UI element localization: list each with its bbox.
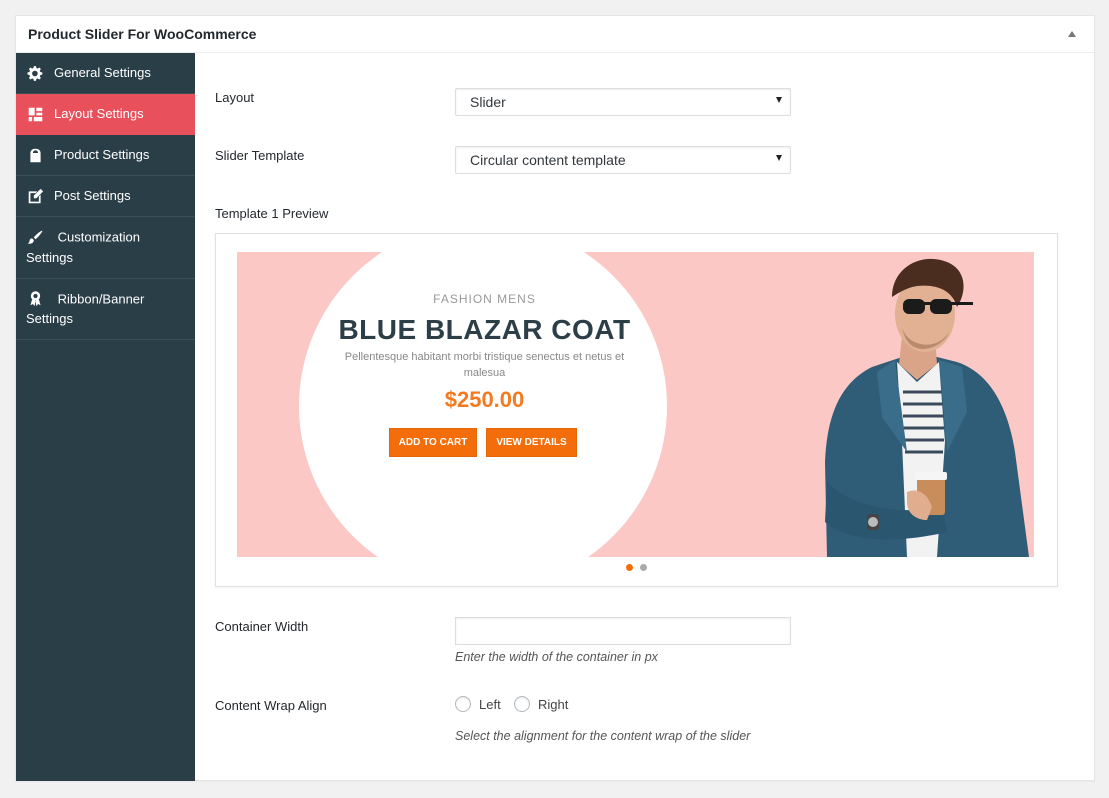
sidebar-item-label: Layout Settings xyxy=(54,106,144,121)
radio-label: Left xyxy=(479,696,501,712)
postbox-header: Product Slider For WooCommerce xyxy=(16,16,1094,53)
preview-banner: FASHION MENS BLUE BLAZAR COAT Pellentesq… xyxy=(237,252,1034,557)
radio-circle[interactable] xyxy=(455,696,471,712)
view-details-button[interactable]: VIEW DETAILS xyxy=(486,428,577,457)
layout-select[interactable]: Slider xyxy=(455,88,791,116)
align-right-radio[interactable]: Right xyxy=(514,696,568,712)
postbox-title: Product Slider For WooCommerce xyxy=(28,26,257,42)
layout-icon xyxy=(26,104,44,124)
edit-icon xyxy=(26,186,44,206)
preview-description: Pellentesque habitant morbi tristique se… xyxy=(344,351,625,379)
sidebar-item-customization-settings[interactable]: Customization Settings xyxy=(16,217,195,279)
sidebar-item-ribbon-banner-settings[interactable]: Ribbon/Banner Settings xyxy=(16,279,195,340)
model-image xyxy=(825,258,1029,557)
sidebar-item-label: Product Settings xyxy=(54,147,150,162)
sidebar-item-general-settings[interactable]: General Settings xyxy=(16,53,195,94)
sidebar-item-label: Post Settings xyxy=(54,188,131,203)
radio-circle[interactable] xyxy=(514,696,530,712)
slider-dot-1[interactable] xyxy=(626,564,633,571)
layout-select-value: Slider xyxy=(470,94,506,110)
slider-dot-2[interactable] xyxy=(640,564,647,571)
preview-title: BLUE BLAZAR COAT xyxy=(338,314,631,345)
slider-pagination xyxy=(216,564,1057,571)
settings-main-panel: Layout Slider Slider Template Circular c… xyxy=(195,53,1094,780)
slider-template-select-value: Circular content template xyxy=(470,152,626,168)
settings-postbox: Product Slider For WooCommerce General S… xyxy=(15,15,1095,781)
add-to-cart-button[interactable]: ADD TO CART xyxy=(389,428,477,457)
slider-template-select[interactable]: Circular content template xyxy=(455,146,791,174)
sidebar-item-layout-settings[interactable]: Layout Settings xyxy=(16,94,195,135)
radio-label: Right xyxy=(538,696,569,712)
settings-sidebar: General Settings Layout Settings Product… xyxy=(16,53,195,781)
template-preview-label: Template 1 Preview xyxy=(215,206,329,221)
align-left-radio[interactable]: Left xyxy=(455,696,501,712)
container-width-description: Enter the width of the container in px xyxy=(455,650,658,664)
chevron-down-icon xyxy=(776,155,782,161)
preview-price: $250.00 xyxy=(444,387,525,412)
content-wrap-align-label: Content Wrap Align xyxy=(215,698,327,713)
gear-icon xyxy=(26,63,44,83)
shop-icon xyxy=(26,145,44,165)
layout-label: Layout xyxy=(215,90,255,105)
sidebar-item-label: General Settings xyxy=(54,65,151,80)
brush-icon xyxy=(26,227,44,247)
content-wrap-align-description: Select the alignment for the content wra… xyxy=(455,729,751,743)
chevron-down-icon xyxy=(776,97,782,103)
award-icon xyxy=(26,289,44,309)
container-width-label: Container Width xyxy=(215,619,309,634)
container-width-input[interactable] xyxy=(455,617,791,645)
sidebar-item-product-settings[interactable]: Product Settings xyxy=(16,135,195,176)
slider-template-label: Slider Template xyxy=(215,148,305,163)
template-preview: FASHION MENS BLUE BLAZAR COAT Pellentesq… xyxy=(215,233,1058,587)
preview-category: FASHION MENS xyxy=(433,292,536,306)
sidebar-item-post-settings[interactable]: Post Settings xyxy=(16,176,195,217)
collapse-toggle-icon[interactable] xyxy=(1062,24,1082,44)
